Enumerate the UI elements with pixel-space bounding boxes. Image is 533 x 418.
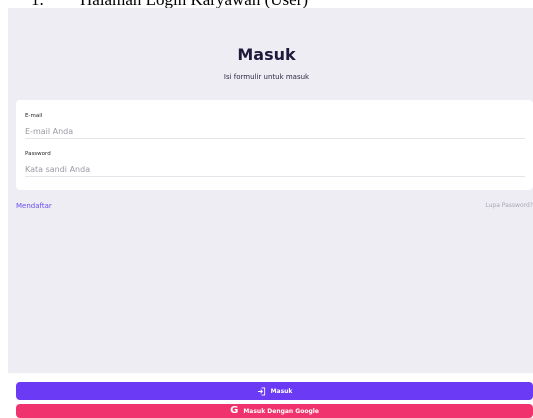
google-button-label: Masuk Dengan Google xyxy=(243,407,319,415)
login-button-label: Masuk xyxy=(270,387,293,395)
login-arrow-icon xyxy=(257,386,266,396)
password-label: Password xyxy=(25,151,51,157)
email-label: E-mail xyxy=(25,113,43,119)
google-icon: G xyxy=(230,405,239,416)
google-login-button[interactable]: G Masuk Dengan Google xyxy=(16,404,533,418)
login-form-card: E-mail Password xyxy=(16,100,533,190)
password-field[interactable] xyxy=(25,162,525,177)
forgot-password-link[interactable]: Lupa Password? xyxy=(485,202,533,209)
caption-number: 1. xyxy=(31,0,44,8)
email-field[interactable] xyxy=(25,124,525,139)
document-caption: 1. Halaman Login Karyawan (User) xyxy=(0,0,533,8)
page-subtitle: Isi formulir untuk masuk xyxy=(223,73,310,81)
caption-text: Halaman Login Karyawan (User) xyxy=(80,0,308,8)
register-link[interactable]: Mendaftar xyxy=(16,202,52,210)
login-button[interactable]: Masuk xyxy=(16,382,533,400)
page-title: Masuk xyxy=(237,45,296,64)
